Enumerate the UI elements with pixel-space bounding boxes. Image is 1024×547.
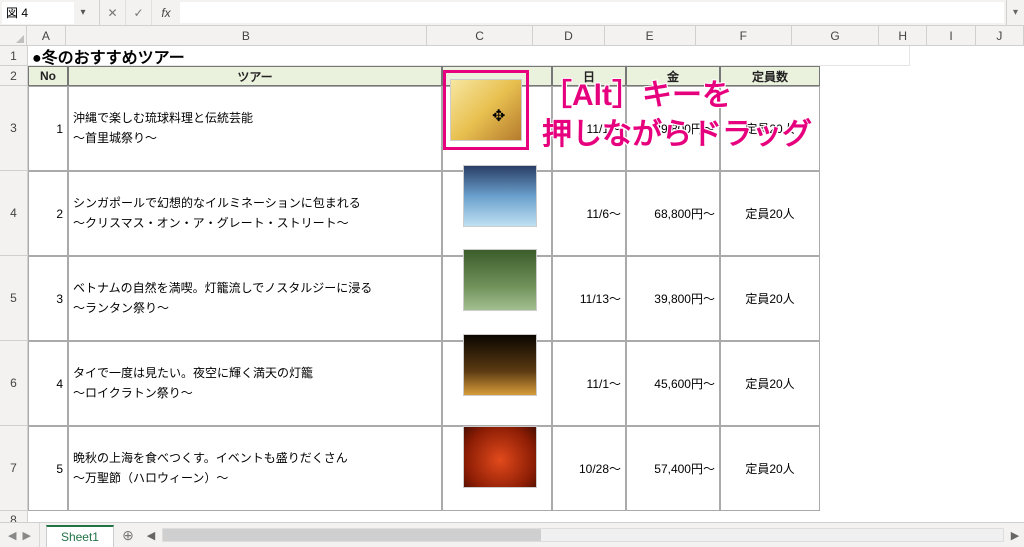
cell-capacity[interactable]: 定員20人 (720, 256, 820, 341)
name-box-input[interactable] (2, 2, 74, 24)
tour-image-3[interactable] (463, 249, 537, 311)
cell-tour[interactable]: シンガポールで幻想的なイルミネーションに包まれる ～クリスマス・オン・ア・グレー… (68, 171, 442, 256)
header-capacity[interactable]: 定員数 (720, 66, 820, 86)
expand-formula-bar-icon[interactable]: ▾ (1006, 0, 1024, 25)
cell-tour[interactable]: 沖縄で楽しむ琉球料理と伝統芸能 ～首里城祭り～ (68, 86, 442, 171)
header-tour[interactable]: ツアー (68, 66, 442, 86)
cell-price[interactable]: 39,800円～ (626, 256, 720, 341)
column-header[interactable]: J (976, 26, 1024, 45)
column-header[interactable]: F (696, 26, 793, 45)
cell-no[interactable]: 3 (28, 256, 68, 341)
horizontal-scrollbar[interactable]: ◀ ▶ (142, 523, 1024, 547)
row-header[interactable]: 8 (0, 511, 27, 522)
row-header[interactable]: 3 (0, 86, 27, 171)
hscroll-track[interactable] (162, 528, 1004, 542)
cell-tour[interactable]: 晩秋の上海を食べつくす。イベントも盛りだくさん ～万聖節（ハロウィーン）～ (68, 426, 442, 511)
row-header[interactable]: 1 (0, 46, 27, 66)
sheet-tab-bar: ◀ ▶ Sheet1 ⊕ ◀ ▶ (0, 522, 1024, 547)
row-header[interactable]: 4 (0, 171, 27, 256)
row-header[interactable]: 5 (0, 256, 27, 341)
column-header[interactable]: G (792, 26, 879, 45)
column-header[interactable]: H (879, 26, 927, 45)
formula-input[interactable] (180, 2, 1004, 23)
cell-date[interactable]: 10/28～ (552, 426, 626, 511)
tab-navigation[interactable]: ◀ ▶ (0, 523, 40, 547)
tour-image-2[interactable] (463, 165, 537, 227)
cell-no[interactable]: 5 (28, 426, 68, 511)
page-title[interactable]: ●冬のおすすめツアー (28, 46, 910, 66)
select-all-button[interactable] (0, 26, 27, 45)
cell-price[interactable]: 45,600円～ (626, 341, 720, 426)
fx-icon[interactable]: fx (152, 6, 180, 20)
row-header[interactable]: 6 (0, 341, 27, 426)
header-date[interactable]: 日 (552, 66, 626, 86)
cell-date[interactable]: 11/13～ (552, 256, 626, 341)
column-header[interactable]: D (533, 26, 605, 45)
cell-capacity[interactable]: 定員20人 (720, 341, 820, 426)
cell-capacity[interactable]: 定員20人 (720, 171, 820, 256)
row-header[interactable]: 2 (0, 66, 27, 86)
sheet-tab[interactable]: Sheet1 (46, 525, 114, 547)
enter-formula-icon[interactable]: ✓ (126, 0, 152, 25)
cell-date[interactable]: 11/6～ (552, 171, 626, 256)
cell-no[interactable]: 2 (28, 171, 68, 256)
cell-no[interactable]: 4 (28, 341, 68, 426)
cell-tour[interactable]: ベトナムの自然を満喫。灯籠流しでノスタルジーに浸る ～ランタン祭り～ (68, 256, 442, 341)
tour-image-4[interactable] (463, 334, 537, 396)
cell-price[interactable]: 39,800円～ (626, 86, 720, 171)
cell-capacity[interactable]: 定員20人 (720, 426, 820, 511)
tab-next-icon[interactable]: ▶ (20, 529, 32, 542)
cell-capacity[interactable]: 定員20人 (720, 86, 820, 171)
cell-price[interactable]: 57,400円～ (626, 426, 720, 511)
cell-no[interactable]: 1 (28, 86, 68, 171)
cancel-formula-icon[interactable]: ✕ (100, 0, 126, 25)
tour-image-1[interactable] (450, 79, 522, 141)
column-header[interactable]: A (27, 26, 66, 45)
cell-date[interactable]: 11/1～ (552, 341, 626, 426)
name-box-dropdown-icon[interactable]: ▾ (74, 7, 92, 18)
add-sheet-button[interactable]: ⊕ (114, 523, 142, 547)
empty-row[interactable] (28, 511, 1024, 522)
column-header[interactable]: I (927, 26, 975, 45)
scroll-right-icon[interactable]: ▶ (1006, 529, 1024, 542)
header-price[interactable]: 金 (626, 66, 720, 86)
formula-bar: ▾ ✕ ✓ fx ▾ (0, 0, 1024, 26)
scroll-left-icon[interactable]: ◀ (142, 529, 160, 542)
cell-tour[interactable]: タイで一度は見たい。夜空に輝く満天の灯籠 ～ロイクラトン祭り～ (68, 341, 442, 426)
column-header[interactable]: B (66, 26, 427, 45)
cell-date[interactable]: 11/1～ (552, 86, 626, 171)
column-header[interactable]: C (427, 26, 533, 45)
tab-prev-icon[interactable]: ◀ (6, 529, 18, 542)
row-header[interactable]: 7 (0, 426, 27, 511)
name-box[interactable]: ▾ (0, 0, 100, 25)
cell-price[interactable]: 68,800円～ (626, 171, 720, 256)
hscroll-thumb[interactable] (163, 529, 541, 541)
column-header[interactable]: E (605, 26, 696, 45)
spreadsheet-grid: ABCDEFGHIJ 12345678 ●冬のおすすめツアーNoツアー日金定員数… (0, 26, 1024, 522)
header-no[interactable]: No (28, 66, 68, 86)
tour-image-5[interactable] (463, 426, 537, 488)
